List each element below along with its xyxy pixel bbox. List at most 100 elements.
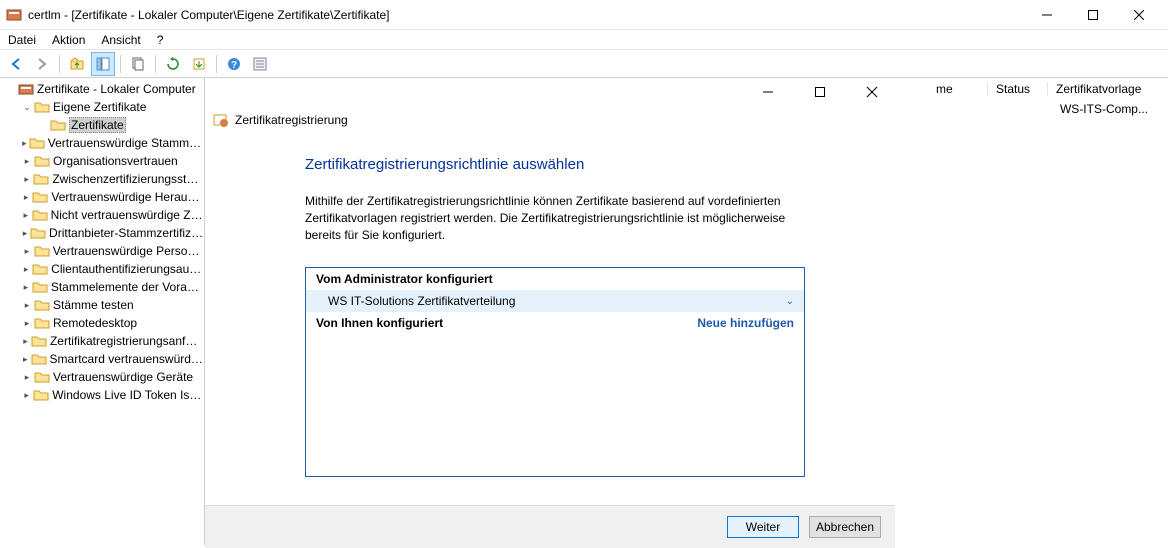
tree-folder[interactable]: ▸Clientauthentifizierungsaussteller [0,260,204,278]
up-button[interactable] [65,52,89,76]
admin-configured-label: Vom Administrator konfiguriert [316,272,493,286]
col-status[interactable]: Status [988,82,1048,96]
menu-file[interactable]: Datei [8,33,36,47]
export-button[interactable] [187,52,211,76]
copy-button[interactable] [126,52,150,76]
menu-view[interactable]: Ansicht [101,33,140,47]
expander-icon[interactable]: ▸ [20,262,32,276]
expander-icon[interactable]: ▸ [20,244,34,258]
toolbar-separator [155,55,156,73]
chevron-down-icon[interactable]: ⌄ [786,296,794,307]
tree-label: Zertifikate [69,117,126,133]
tree-label: Zertifikatregistrierungsanforderungen [50,334,204,348]
content-pane: Ausgestell WS-NP me Status Zertifikatvor… [205,78,1168,545]
expander-icon[interactable]: ▸ [20,136,29,150]
expander-icon[interactable]: ▸ [20,226,30,240]
cancel-button[interactable]: Abbrechen [809,516,881,538]
tree-folder[interactable]: ▸ Vertrauenswürdige Geräte [0,368,204,386]
tree-folder[interactable]: ▸ Vertrauenswürdige Stammzertifizierungss… [0,134,204,152]
tree-label: Vertrauenswürdige Herausgeber [51,190,204,204]
tree-folder[interactable]: ▸Vertrauenswürdige Personen [0,242,204,260]
close-button[interactable] [1116,0,1162,30]
expander-icon[interactable]: ▸ [20,280,32,294]
back-button[interactable] [4,52,28,76]
dialog-body: Zertifikatregistrierung Zertifikatregist… [205,106,895,548]
tree-label: Organisationsvertrauen [53,154,178,168]
folder-icon [33,387,49,403]
add-new-link[interactable]: Neue hinzufügen [697,316,794,330]
dialog-minimize-button[interactable] [753,81,783,103]
svg-text:?: ? [231,60,237,71]
expander-icon[interactable]: ▸ [20,190,32,204]
tree-folder[interactable]: ▸Zwischenzertifizierungsstellen [0,170,204,188]
folder-icon [31,333,47,349]
show-tree-button[interactable] [91,52,115,76]
expander-icon[interactable]: ▸ [20,172,33,186]
tree-label: Vertrauenswürdige Geräte [53,370,193,384]
dialog-footer: Weiter Abbrechen [205,505,895,548]
expander-icon[interactable]: ▸ [20,388,33,402]
folder-icon [30,225,46,241]
tree-root[interactable]: ▶ Zertifikate - Lokaler Computer [0,80,204,98]
tree-folder[interactable]: ▸ Remotedesktop [0,314,204,332]
toolbar-separator [59,55,60,73]
toolbar-separator [216,55,217,73]
tree-label: Remotedesktop [53,316,137,330]
tree-label: Vertrauenswürdige Stammzertifizierungsst… [48,136,204,150]
wizard-title: Zertifikatregistrierungsrichtlinie auswä… [305,156,805,173]
tree-pane: ▶ Zertifikate - Lokaler Computer ⌄ Eigen… [0,78,205,545]
folder-icon [33,171,49,187]
tree-eigene[interactable]: ⌄ Eigene Zertifikate [0,98,204,116]
cert-store-icon [18,81,34,97]
folder-icon [34,243,50,259]
tree-folder[interactable]: ▸Smartcard vertrauenswürdige Stämme [0,350,204,368]
main-area: ▶ Zertifikate - Lokaler Computer ⌄ Eigen… [0,78,1168,545]
policy-option[interactable]: WS IT-Solutions Zertifikatverteilung ⌄ [306,290,804,312]
menu-action[interactable]: Aktion [52,33,85,47]
forward-button[interactable] [30,52,54,76]
tree-folder[interactable]: ▸ Zertifikatregistrierungsanforderungen [0,332,204,350]
folder-icon [32,261,48,277]
tree-label: Zertifikate - Lokaler Computer [37,82,196,96]
expander-icon[interactable]: ▸ [20,370,34,384]
toolbar-separator [120,55,121,73]
expander-icon[interactable]: ▸ [20,154,34,168]
wizard-icon [213,112,229,128]
col-template[interactable]: Zertifikatvorlage [1048,82,1168,96]
tree-folder[interactable]: ▸Stämme testen [0,296,204,314]
folder-icon [32,279,48,295]
tree-folder[interactable]: ▸Nicht vertrauenswürdige Zertifikate [0,206,204,224]
dialog-close-button[interactable] [857,81,887,103]
folder-icon [34,99,50,115]
expander-icon[interactable]: ▸ [20,352,31,366]
expander-icon[interactable]: ⌄ [20,100,34,114]
admin-configured-header: Vom Administrator konfiguriert [306,268,804,290]
tree-folder[interactable]: ▸ Stammelemente der Vorabversion [0,278,204,296]
next-button[interactable]: Weiter [727,516,799,538]
refresh-button[interactable] [161,52,185,76]
expander-icon[interactable]: ▸ [20,298,34,312]
tree-zertifikate[interactable]: ▶ Zertifikate [0,116,204,134]
col-me[interactable]: me [928,82,988,96]
help-button[interactable]: ? [222,52,246,76]
tree-label: Eigene Zertifikate [53,100,146,114]
tree-folder[interactable]: ▸Drittanbieter-Stammzertifizierungsstell… [0,224,204,242]
enrollment-dialog: Zertifikatregistrierung Zertifikatregist… [205,78,895,548]
tree-folder[interactable]: ▸Windows Live ID Token Issuer [0,386,204,404]
tree-folder[interactable]: ▸ Vertrauenswürdige Herausgeber [0,188,204,206]
folder-icon [32,189,48,205]
dialog-maximize-button[interactable] [805,81,835,103]
expander-icon[interactable]: ▸ [20,334,31,348]
window-title: certlm - [Zertifikate - Lokaler Computer… [28,8,1024,22]
app-icon [6,7,22,23]
folder-icon [34,153,50,169]
minimize-button[interactable] [1024,0,1070,30]
tree-folder[interactable]: ▸ Organisationsvertrauen [0,152,204,170]
tree-label: Stammelemente der Vorabversion [51,280,204,294]
menu-help[interactable]: ? [157,33,164,47]
wizard-description: Mithilfe der Zertifikatregistrierungsric… [305,193,805,243]
maximize-button[interactable] [1070,0,1116,30]
properties-button[interactable] [248,52,272,76]
expander-icon[interactable]: ▸ [20,208,32,222]
expander-icon[interactable]: ▸ [20,316,34,330]
